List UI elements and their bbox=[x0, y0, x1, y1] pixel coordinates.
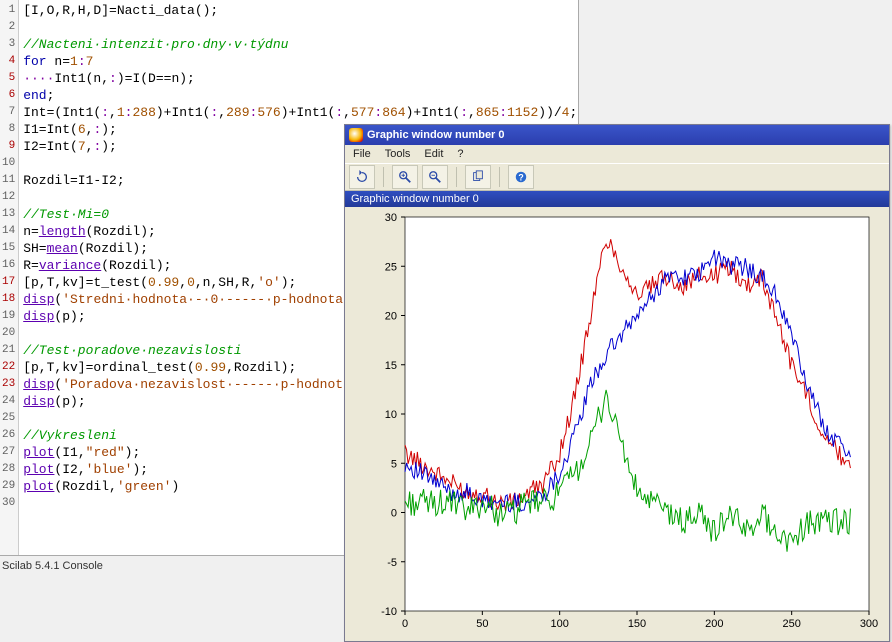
menu-file[interactable]: File bbox=[353, 148, 371, 160]
rotate-button[interactable] bbox=[349, 165, 375, 189]
titlebar[interactable]: Graphic window number 0 bbox=[345, 125, 889, 145]
menu-edit[interactable]: Edit bbox=[424, 148, 443, 160]
svg-text:0: 0 bbox=[391, 508, 397, 520]
svg-text:25: 25 bbox=[385, 261, 397, 273]
copy-button[interactable] bbox=[465, 165, 491, 189]
menu-help[interactable]: ? bbox=[457, 148, 463, 160]
plot-area[interactable]: -10-5051015202530050100150200250300 bbox=[345, 207, 889, 641]
zoom-out-icon bbox=[428, 170, 442, 184]
svg-text:20: 20 bbox=[385, 311, 397, 323]
svg-text:200: 200 bbox=[705, 618, 723, 630]
svg-text:-10: -10 bbox=[381, 606, 397, 618]
svg-text:30: 30 bbox=[385, 212, 397, 224]
svg-text:15: 15 bbox=[385, 360, 397, 372]
rotate-icon bbox=[355, 170, 369, 184]
toolbar-sep bbox=[456, 167, 457, 187]
svg-text:250: 250 bbox=[782, 618, 800, 630]
svg-text:100: 100 bbox=[550, 618, 568, 630]
help-button[interactable]: ? bbox=[508, 165, 534, 189]
window-title: Graphic window number 0 bbox=[367, 129, 505, 141]
toolbar-sep bbox=[499, 167, 500, 187]
zoom-out-button[interactable] bbox=[422, 165, 448, 189]
svg-text:50: 50 bbox=[476, 618, 488, 630]
svg-text:0: 0 bbox=[402, 618, 408, 630]
svg-text:300: 300 bbox=[860, 618, 878, 630]
menu-tools[interactable]: Tools bbox=[385, 148, 411, 160]
graphic-window: Graphic window number 0 File Tools Edit … bbox=[344, 124, 890, 642]
console-tab-label[interactable]: Scilab 5.4.1 Console bbox=[2, 560, 103, 572]
editor-gutter: 1234567891011121314151617181920212223242… bbox=[0, 0, 19, 555]
svg-text:10: 10 bbox=[385, 409, 397, 421]
svg-text:150: 150 bbox=[628, 618, 646, 630]
status-bar: Graphic window number 0 bbox=[345, 191, 889, 207]
svg-text:-5: -5 bbox=[387, 557, 397, 569]
help-icon: ? bbox=[514, 170, 528, 184]
plot-canvas: -10-5051015202530050100150200250300 bbox=[345, 207, 889, 641]
toolbar: ? bbox=[345, 163, 889, 191]
svg-text:?: ? bbox=[518, 173, 523, 183]
toolbar-sep bbox=[383, 167, 384, 187]
zoom-in-icon bbox=[398, 170, 412, 184]
svg-text:5: 5 bbox=[391, 458, 397, 470]
copy-icon bbox=[471, 170, 485, 184]
zoom-in-button[interactable] bbox=[392, 165, 418, 189]
menubar: File Tools Edit ? bbox=[345, 145, 889, 163]
scilab-icon bbox=[349, 128, 363, 142]
